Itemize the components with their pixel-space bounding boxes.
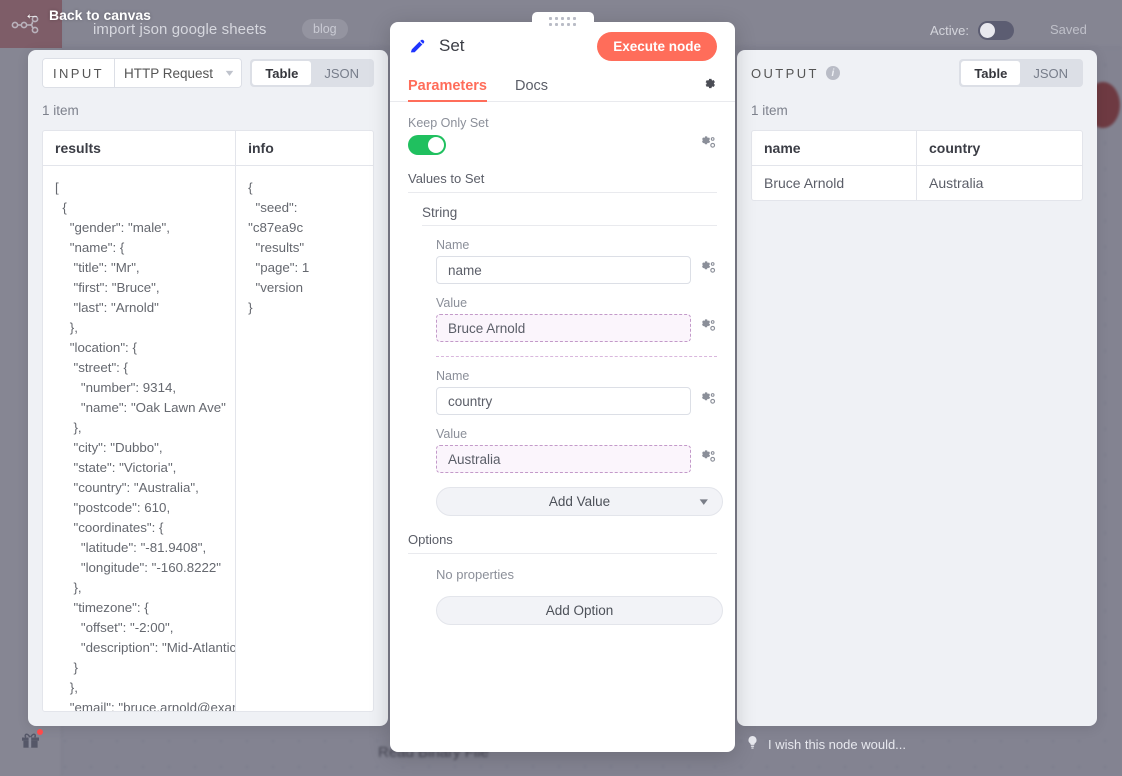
value-field-0-value: Value	[436, 296, 717, 342]
drag-handle-dots-icon	[549, 17, 576, 26]
lightbulb-icon	[746, 735, 759, 753]
output-view-toggle: Table JSON	[959, 59, 1083, 87]
input-source-value: HTTP Request	[124, 66, 213, 81]
value-field-1-name-label: Name	[436, 369, 717, 383]
active-label: Active:	[930, 23, 969, 38]
workflow-title[interactable]: import json google sheets	[93, 21, 266, 38]
input-panel-title: INPUT	[43, 59, 115, 87]
output-panel: OUTPUT i Table JSON 1 item name country …	[737, 50, 1097, 726]
output-table-header-row: name country	[752, 131, 1082, 166]
chevron-down-icon: ▾	[700, 495, 708, 508]
value-field-0-name-input[interactable]	[436, 256, 691, 284]
output-view-json-button[interactable]: JSON	[1020, 61, 1081, 85]
keep-only-set-row	[408, 135, 717, 155]
string-group-header: String	[422, 205, 717, 226]
input-view-table-button[interactable]: Table	[252, 61, 311, 85]
value-field-1-value-options-icon[interactable]	[700, 449, 717, 469]
options-header: Options	[408, 532, 717, 554]
output-table: name country Bruce Arnold Australia	[751, 130, 1083, 201]
output-table-row: Bruce Arnold Australia	[752, 166, 1082, 200]
value-field-1-name-options-icon[interactable]	[700, 391, 717, 411]
back-arrow-icon: ←	[24, 7, 40, 23]
output-column-header-country: country	[917, 131, 1082, 166]
output-cell-country: Australia	[917, 166, 1082, 200]
value-field-0-value-input[interactable]	[436, 314, 691, 342]
tab-parameters[interactable]: Parameters	[408, 78, 487, 101]
input-source-dropdown[interactable]: HTTP Request ▾	[115, 59, 241, 87]
value-field-1-value: Value	[436, 427, 717, 473]
input-column-header-info: info	[236, 131, 373, 166]
no-properties-label: No properties	[436, 567, 717, 582]
value-field-0-name: Name	[436, 238, 717, 284]
input-item-count: 1 item	[28, 96, 388, 124]
gift-button[interactable]	[20, 730, 42, 755]
input-table-row: [ { "gender": "male", "name": { "title":…	[43, 166, 373, 711]
input-panel-header: INPUT HTTP Request ▾ Table JSON	[28, 50, 388, 96]
add-option-label: Add Option	[546, 603, 614, 618]
add-value-button[interactable]: Add Value ▾	[436, 487, 723, 516]
drag-handle[interactable]	[532, 12, 594, 31]
input-table-header-row: results info	[43, 131, 373, 166]
node-feedback-hint[interactable]: I wish this node would...	[746, 735, 906, 753]
value-field-1-value-input[interactable]	[436, 445, 691, 473]
keep-only-set-options-icon[interactable]	[700, 135, 717, 155]
node-settings-gear-icon[interactable]	[702, 76, 717, 101]
output-view-table-button[interactable]: Table	[961, 61, 1020, 85]
output-panel-title-group: OUTPUT i	[751, 66, 840, 81]
output-cell-name: Bruce Arnold	[752, 166, 917, 200]
execute-node-button[interactable]: Execute node	[597, 32, 717, 61]
input-table: results info [ { "gender": "male", "name…	[42, 130, 374, 712]
node-title[interactable]: Set	[439, 36, 465, 56]
value-field-1-name: Name	[436, 369, 717, 415]
input-view-toggle: Table JSON	[250, 59, 374, 87]
input-panel: INPUT HTTP Request ▾ Table JSON 1 item r…	[28, 50, 388, 726]
value-field-1-name-input[interactable]	[436, 387, 691, 415]
saved-status: Saved	[1050, 22, 1087, 37]
value-field-0-name-label: Name	[436, 238, 717, 252]
value-field-1-value-label: Value	[436, 427, 717, 441]
input-view-json-button[interactable]: JSON	[311, 61, 372, 85]
output-column-header-name: name	[752, 131, 917, 166]
input-column-header-results: results	[43, 131, 236, 166]
parameters-pane: Keep Only Set Values to Set String Name	[390, 102, 735, 625]
values-to-set-header: Values to Set	[408, 171, 717, 193]
tab-docs[interactable]: Docs	[515, 78, 548, 101]
input-cell-results: [ { "gender": "male", "name": { "title":…	[43, 166, 236, 711]
output-item-count: 1 item	[737, 96, 1097, 124]
keep-only-set-parameter: Keep Only Set	[408, 116, 717, 155]
value-field-0-name-options-icon[interactable]	[700, 260, 717, 280]
add-option-button[interactable]: Add Option	[436, 596, 723, 625]
value-field-0-value-label: Value	[436, 296, 717, 310]
ndv-tabs: Parameters Docs	[390, 70, 735, 102]
input-cell-info: { "seed": "c87ea9c "results" "page": 1 "…	[236, 166, 373, 711]
add-value-label: Add Value	[549, 494, 610, 509]
output-panel-title: OUTPUT	[751, 66, 819, 81]
workflow-tag[interactable]: blog	[302, 19, 348, 39]
node-detail-view: Set Execute node Parameters Docs Keep On…	[390, 22, 735, 752]
output-panel-header: OUTPUT i Table JSON	[737, 50, 1097, 96]
pencil-icon	[408, 37, 427, 56]
workflow-active-control: Active:	[930, 21, 1014, 40]
active-toggle[interactable]	[978, 21, 1014, 40]
node-feedback-text: I wish this node would...	[768, 737, 906, 752]
chevron-down-icon: ▾	[226, 68, 234, 79]
keep-only-set-label: Keep Only Set	[408, 116, 717, 130]
keep-only-set-toggle[interactable]	[408, 135, 446, 155]
values-divider	[436, 356, 717, 357]
info-icon[interactable]: i	[826, 66, 840, 80]
input-source-selector: INPUT HTTP Request ▾	[42, 58, 242, 88]
gift-notification-dot	[37, 729, 43, 735]
value-field-0-value-options-icon[interactable]	[700, 318, 717, 338]
